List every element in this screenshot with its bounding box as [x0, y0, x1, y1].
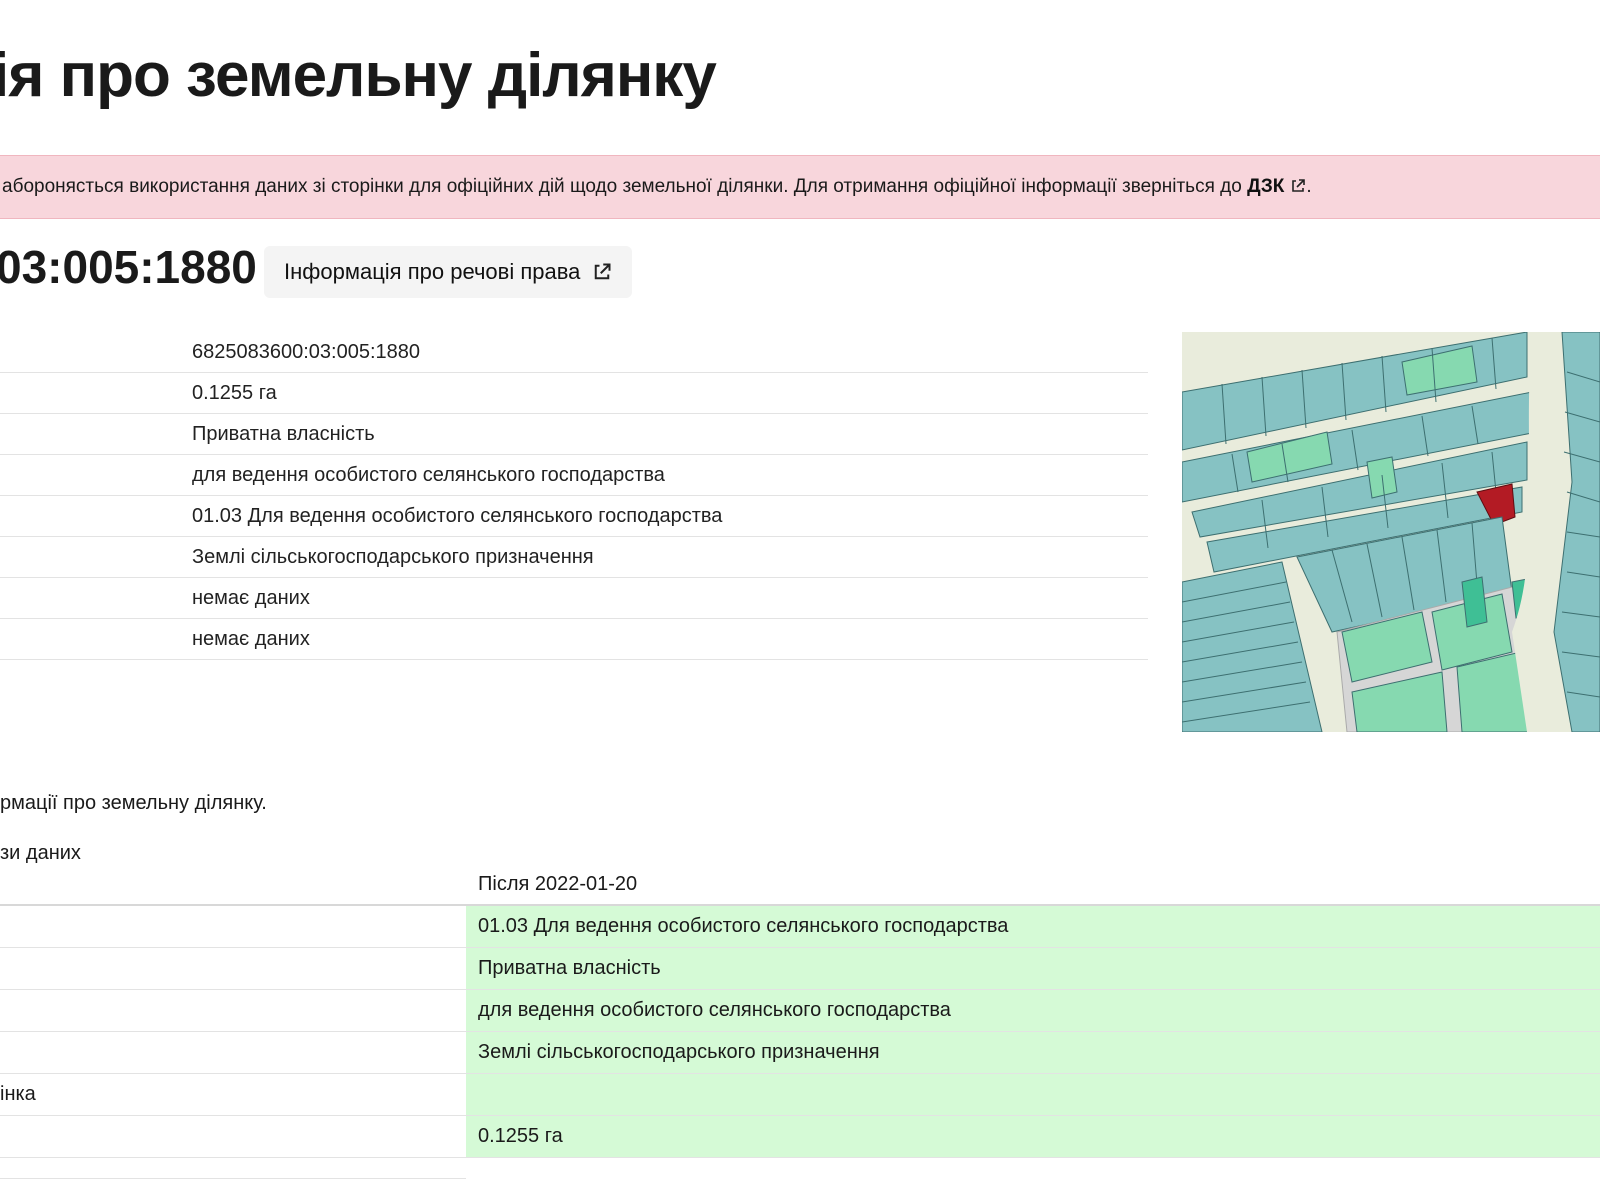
history-header-row: Після 2022-01-20	[0, 864, 1600, 906]
history-row: 0.1255 га	[0, 1116, 1600, 1158]
history-row: для ведення особистого селянського госпо…	[0, 990, 1600, 1032]
info-value: немає даних	[192, 628, 310, 650]
info-row-unknown-2: немає даних	[0, 619, 1148, 660]
info-row-purpose: для ведення особистого селянського госпо…	[0, 455, 1148, 496]
history-row: Землі сільськогосподарського призначення	[0, 1032, 1600, 1074]
parcel-map[interactable]	[1182, 332, 1600, 732]
info-row-ownership: Приватна власність	[0, 414, 1148, 455]
history-row-value: Землі сільськогосподарського призначення	[466, 1032, 1600, 1073]
info-row-category: Землі сільськогосподарського призначення	[0, 537, 1148, 578]
history-table: Після 2022-01-20 01.03 Для ведення особи…	[0, 864, 1600, 1158]
history-section-label: зи даних	[0, 842, 81, 864]
history-note: рмації про земельну ділянку.	[0, 792, 267, 814]
history-row: Приватна власність	[0, 948, 1600, 990]
alert-text: аборонясться використання даних зі сторі…	[2, 176, 1248, 197]
history-column-header: Після 2022-01-20	[478, 873, 638, 895]
warning-alert: аборонясться використання даних зі сторі…	[0, 155, 1600, 219]
history-row-value: для ведення особистого селянського госпо…	[466, 990, 1600, 1031]
info-value: 0.1255 га	[192, 382, 277, 404]
history-row: інка	[0, 1074, 1600, 1116]
info-value: немає даних	[192, 587, 310, 609]
property-rights-label: Інформація про речові права	[284, 259, 581, 284]
cadastral-number-heading: 03:005:1880	[0, 241, 257, 293]
table-divider	[0, 1178, 466, 1179]
info-value: Землі сільськогосподарського призначення	[192, 546, 594, 568]
history-row-value	[466, 1074, 1600, 1115]
info-row-area: 0.1255 га	[0, 373, 1148, 414]
info-value: 6825083600:03:005:1880	[192, 341, 421, 363]
external-link-icon	[1292, 179, 1306, 192]
history-row-label: інка	[0, 1083, 36, 1105]
info-row-cadastral: 6825083600:03:005:1880	[0, 332, 1148, 373]
info-row-purpose-code: 01.03 Для ведення особистого селянського…	[0, 496, 1148, 537]
dzk-link[interactable]: ДЗК	[1247, 176, 1306, 197]
parcel-info-table: 6825083600:03:005:1880 0.1255 га Приватн…	[0, 332, 1148, 660]
history-row: 01.03 Для ведення особистого селянського…	[0, 906, 1600, 948]
property-rights-button[interactable]: Інформація про речові права	[264, 246, 633, 298]
info-value: 01.03 Для ведення особистого селянського…	[192, 505, 723, 527]
history-row-value: Приватна власність	[466, 948, 1600, 989]
info-value: для ведення особистого селянського госпо…	[192, 464, 665, 486]
cadastral-map-svg	[1182, 332, 1600, 732]
history-row-value: 0.1255 га	[466, 1116, 1600, 1157]
dzk-link-label: ДЗК	[1247, 176, 1285, 197]
alert-trailing: .	[1306, 176, 1312, 197]
info-value: Приватна власність	[192, 423, 375, 445]
page-title: ія про земельну ділянку	[0, 41, 717, 110]
external-link-icon	[595, 263, 611, 280]
alert-message: аборонясться використання даних зі сторі…	[2, 156, 1312, 218]
info-row-unknown-1: немає даних	[0, 578, 1148, 619]
history-row-value: 01.03 Для ведення особистого селянського…	[466, 906, 1600, 947]
